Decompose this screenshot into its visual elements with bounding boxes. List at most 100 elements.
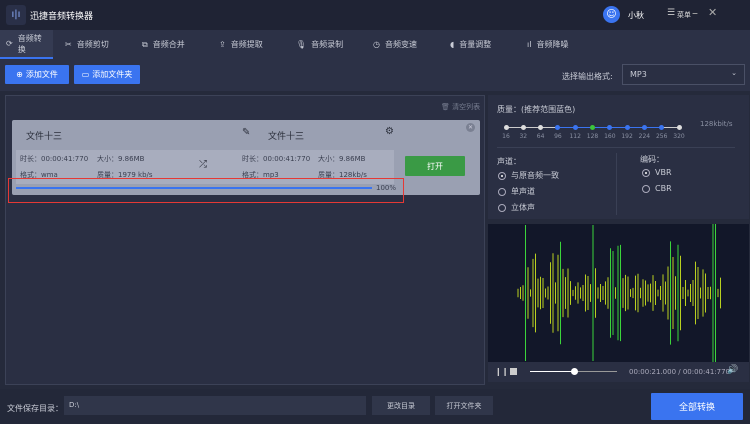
channel-label: 声道： — [497, 157, 521, 166]
radio-icon — [498, 203, 506, 212]
tab-label: 音频提取 — [230, 40, 263, 49]
app-title: 迅捷音频转换器 — [30, 12, 94, 22]
radio-label: 立体声 — [511, 203, 535, 212]
seek-knob[interactable] — [570, 368, 578, 375]
radio-label: CBR — [655, 184, 672, 193]
radio-encodings-0[interactable]: VBR — [642, 168, 672, 184]
highlight-box — [8, 178, 404, 203]
slider-stop[interactable] — [520, 125, 526, 130]
slider-stop[interactable] — [538, 125, 544, 130]
slider-stop[interactable] — [641, 125, 647, 130]
avatar[interactable]: ☺ — [603, 6, 620, 23]
menu-button[interactable]: 菜单 — [677, 10, 691, 20]
tab-label: 音频转换 — [17, 33, 42, 54]
merge-icon: ⧉ — [142, 39, 148, 49]
tab-label: 音频剪切 — [76, 40, 109, 49]
source-file-name: 文件十三 — [26, 132, 63, 142]
bottom-bar: 文件保存目录： D:\ 更改目录 打开文件夹 全部转换 — [0, 389, 750, 424]
save-path-input[interactable]: D:\ — [64, 396, 366, 415]
src-size: 大小：9.86MB — [97, 155, 145, 163]
radio-icon — [642, 168, 650, 177]
bitrate-tick-label: 112 — [569, 133, 581, 140]
radio-channels-2[interactable]: 立体声 — [498, 202, 559, 218]
stop-icon[interactable] — [510, 368, 517, 375]
bitrate-tick-label: 128 — [586, 133, 599, 140]
tab-label: 音量调整 — [459, 40, 492, 49]
player-controls: ❙❙ 00:00:21.000 / 00:00:41:770 🔊 — [488, 362, 749, 382]
open-folder-button[interactable]: 打开文件夹 — [435, 396, 493, 415]
tab-0[interactable]: ⟳ 音频转换 — [0, 30, 53, 59]
edit-icon[interactable]: ✎ — [242, 127, 250, 138]
bitrate-tick-label: 64 — [536, 133, 545, 140]
close-icon[interactable]: ✕ — [708, 6, 717, 19]
tab-6[interactable]: ◖ 音量调整 — [438, 30, 515, 59]
radio-icon — [498, 171, 506, 180]
seek-slider[interactable] — [530, 368, 617, 375]
bitrate-tick-label: 160 — [604, 133, 616, 140]
pause-icon[interactable]: ❙❙ — [495, 367, 508, 376]
slider-stop[interactable] — [590, 125, 595, 130]
upload-icon: ⇪ — [219, 40, 226, 49]
clear-list-label: 清空列表 — [452, 103, 481, 111]
bitrate-slider[interactable]: 16 32 64 96 112 128 160 192 224 256 320 — [502, 123, 685, 143]
bitrate-tick-label: 256 — [655, 133, 668, 140]
tab-7[interactable]: ıl 音频降噪 — [515, 30, 592, 59]
tab-2[interactable]: ⧉ 音频合并 — [130, 30, 207, 59]
format-select[interactable]: MP3 ⌄ — [622, 64, 745, 85]
settings-panel: 质量：(推荐范围蓝色) 16 32 64 96 112 128 160 192 224 256 32… — [488, 95, 749, 219]
save-path-value: D:\ — [69, 401, 80, 409]
tab-4[interactable]: 🎙 音频录制 — [284, 30, 361, 59]
radio-label: VBR — [655, 168, 672, 177]
waveform-view — [488, 223, 749, 363]
open-button[interactable]: 打开 — [405, 156, 465, 176]
toolbar: ⊕ 添加文件 ▭ 添加文件夹 选择输出格式: MP3 ⌄ — [0, 59, 750, 91]
user-name[interactable]: 小秋 — [628, 10, 644, 21]
shuffle-icon: ⤮ — [199, 159, 207, 170]
tab-3[interactable]: ⇪ 音频提取 — [207, 30, 284, 59]
bitrate-tick-label: 16 — [502, 133, 510, 140]
clear-list-button[interactable]: 🗑 清空列表 — [441, 102, 480, 112]
quality-label: 质量：(推荐范围蓝色) — [497, 105, 576, 114]
output-file-name[interactable]: 文件十三 — [268, 129, 304, 142]
scissors-icon: ✂ — [65, 40, 72, 49]
encoding-options: VBR CBR — [642, 168, 672, 200]
slider-stop[interactable] — [607, 125, 613, 130]
bitrate-tick-label: 192 — [621, 133, 633, 140]
slider-stop[interactable] — [555, 125, 561, 130]
seek-fill — [530, 371, 574, 372]
slider-stop[interactable] — [676, 125, 682, 130]
tab-5[interactable]: ◷ 音频变速 — [361, 30, 438, 59]
change-dir-button[interactable]: 更改目录 — [372, 396, 430, 415]
radio-channels-1[interactable]: 单声道 — [498, 186, 559, 202]
convert-all-button[interactable]: 全部转换 — [651, 393, 743, 420]
radio-channels-0[interactable]: 与原音频一致 — [498, 170, 559, 186]
menu-icon[interactable]: ☰ — [667, 8, 675, 18]
remove-item-icon[interactable]: ✕ — [466, 123, 475, 132]
slider-stop[interactable] — [659, 125, 665, 130]
divider-vertical — [616, 153, 617, 215]
slider-stop[interactable] — [503, 125, 509, 130]
add-folder-label: 添加文件夹 — [92, 70, 133, 79]
tab-label: 音频降噪 — [536, 40, 569, 49]
radio-icon — [642, 184, 650, 193]
refresh-icon: ⟳ — [6, 39, 13, 48]
settings-gear-icon[interactable]: ⚙ — [385, 126, 394, 137]
app-logo-icon: ı|ı — [6, 5, 26, 25]
add-file-button[interactable]: ⊕ 添加文件 — [5, 65, 69, 84]
slider-stop[interactable] — [624, 125, 630, 130]
add-file-label: 添加文件 — [25, 70, 58, 79]
mic-icon: 🎙 — [296, 40, 307, 49]
tab-1[interactable]: ✂ 音频剪切 — [53, 30, 130, 59]
chevron-down-icon: ⌄ — [731, 69, 737, 77]
minimize-icon[interactable]: – — [692, 6, 698, 20]
radio-encodings-1[interactable]: CBR — [642, 184, 672, 200]
speed-icon: ◷ — [373, 40, 380, 49]
tab-label: 音频合并 — [152, 40, 185, 49]
dst-size: 大小：9.86MB — [318, 155, 366, 163]
folder-icon: ▭ — [81, 70, 90, 79]
add-folder-button[interactable]: ▭ 添加文件夹 — [74, 65, 140, 84]
volume-icon[interactable]: 🔊 — [727, 365, 738, 375]
title-bar: ı|ı 迅捷音频转换器 ☺ 小秋 ☰ 菜单 – ✕ — [0, 0, 750, 30]
slider-stop[interactable] — [572, 125, 578, 130]
bitrate-tick-label: 224 — [638, 133, 651, 140]
